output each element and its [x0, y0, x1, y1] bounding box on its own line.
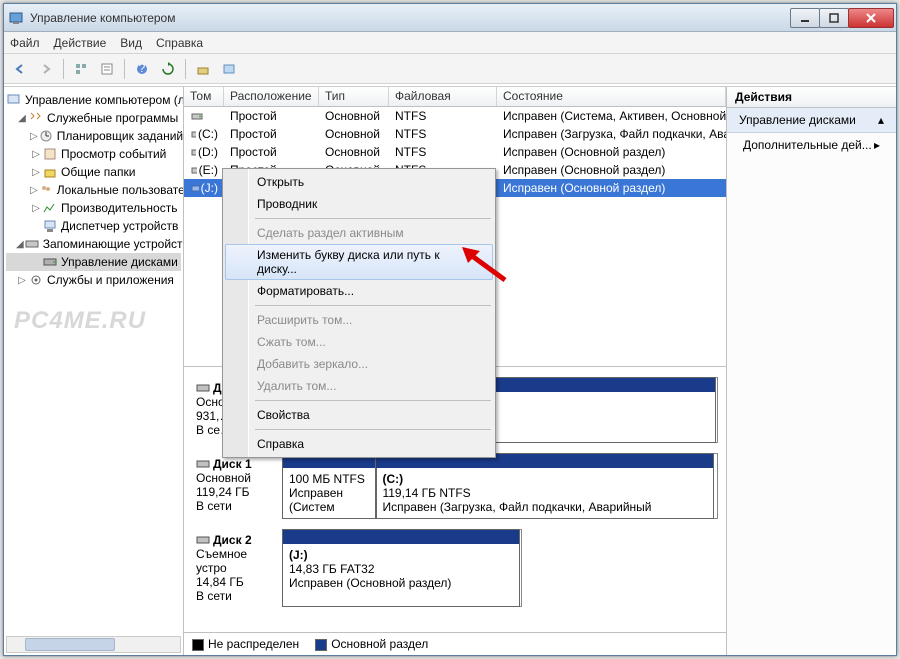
menu-action[interactable]: Действие: [54, 36, 107, 50]
actions-header: Действия: [727, 87, 896, 108]
partition[interactable]: (J:)14,83 ГБ FAT32Исправен (Основной раз…: [282, 529, 520, 607]
col-layout[interactable]: Расположение: [224, 87, 319, 106]
storage-icon: [24, 236, 40, 252]
maximize-button[interactable]: [819, 8, 849, 28]
tree-users[interactable]: Локальные пользовате: [57, 183, 184, 197]
users-icon: [38, 182, 54, 198]
volume-row[interactable]: (D:)ПростойОсновнойNTFSИсправен (Основно…: [184, 143, 726, 161]
menu-help[interactable]: Справка: [156, 36, 203, 50]
ctx-format[interactable]: Форматировать...: [225, 280, 493, 302]
col-fs[interactable]: Файловая система: [389, 87, 497, 106]
computer-icon: [6, 92, 22, 108]
tree-scrollbar[interactable]: [6, 636, 181, 653]
volume-row[interactable]: ПростойОсновнойNTFSИсправен (Система, Ак…: [184, 107, 726, 125]
ctx-explorer[interactable]: Проводник: [225, 193, 493, 215]
chevron-right-icon: ▸: [874, 138, 880, 152]
ctx-make-active: Сделать раздел активным: [225, 222, 493, 244]
menu-file[interactable]: Файл: [10, 36, 40, 50]
legend-unallocated: Не распределен: [192, 637, 299, 651]
tree-events[interactable]: Просмотр событий: [61, 147, 166, 161]
ctx-open[interactable]: Открыть: [225, 171, 493, 193]
partition[interactable]: 100 МБ NTFSИсправен (Систем: [282, 453, 377, 519]
perf-icon: [42, 200, 58, 216]
close-button[interactable]: [848, 8, 894, 28]
actions-group-diskmgmt[interactable]: Управление дисками▴: [727, 108, 896, 133]
toolbar: ?: [4, 54, 896, 84]
extra2-button[interactable]: [217, 57, 241, 81]
ctx-change-letter[interactable]: Изменить букву диска или путь к диску...: [225, 244, 493, 280]
menubar: Файл Действие Вид Справка: [4, 32, 896, 54]
ctx-properties[interactable]: Свойства: [225, 404, 493, 426]
actions-more[interactable]: Дополнительные дей...▸: [727, 133, 896, 157]
ctx-help[interactable]: Справка: [225, 433, 493, 455]
forward-button[interactable]: [34, 57, 58, 81]
diskmgmt-icon: [42, 254, 58, 270]
tools-icon: [28, 110, 44, 126]
watermark: PC4ME.RU: [14, 307, 146, 335]
ctx-delete: Удалить том...: [225, 375, 493, 397]
col-type[interactable]: Тип: [319, 87, 389, 106]
tree-devmgr[interactable]: Диспетчер устройств: [61, 219, 178, 233]
legend: Не распределен Основной раздел: [184, 632, 726, 655]
nav-tree[interactable]: Управление компьютером (л ◢Служебные про…: [4, 87, 184, 655]
tree-diskmgmt[interactable]: Управление дисками: [61, 255, 178, 269]
actions-pane: Действия Управление дисками▴ Дополнитель…: [726, 87, 896, 655]
titlebar[interactable]: Управление компьютером: [4, 4, 896, 32]
scheduler-icon: [38, 128, 54, 144]
legend-primary: Основной раздел: [315, 637, 428, 651]
ctx-mirror: Добавить зеркало...: [225, 353, 493, 375]
tree-services[interactable]: Службы и приложения: [47, 273, 174, 287]
disk-row[interactable]: Диск 2Съемное устро14,84 ГБВ сети(J:)14,…: [192, 529, 718, 607]
devmgr-icon: [42, 218, 58, 234]
svg-text:?: ?: [139, 62, 146, 75]
tree-storage[interactable]: Запоминающие устройст: [43, 237, 183, 251]
tree-shared[interactable]: Общие папки: [61, 165, 135, 179]
properties-button[interactable]: [95, 57, 119, 81]
tree-scheduler[interactable]: Планировщик заданий: [57, 129, 183, 143]
ctx-extend: Расширить том...: [225, 309, 493, 331]
context-menu[interactable]: Открыть Проводник Сделать раздел активны…: [222, 168, 496, 458]
app-icon: [8, 10, 24, 26]
shared-icon: [42, 164, 58, 180]
extra1-button[interactable]: [191, 57, 215, 81]
volume-row[interactable]: (C:)ПростойОсновнойNTFSИсправен (Загрузк…: [184, 125, 726, 143]
annotation-arrow: [460, 245, 510, 285]
col-volume[interactable]: Том: [184, 87, 224, 106]
disk-row[interactable]: Диск 1Основной119,24 ГБВ сети100 МБ NTFS…: [192, 453, 718, 519]
ctx-shrink: Сжать том...: [225, 331, 493, 353]
col-status[interactable]: Состояние: [497, 87, 726, 106]
window-title: Управление компьютером: [30, 11, 791, 25]
help-button[interactable]: ?: [130, 57, 154, 81]
tree-button[interactable]: [69, 57, 93, 81]
tree-tools[interactable]: Служебные программы: [47, 111, 178, 125]
collapse-icon: ▴: [878, 113, 884, 127]
services-icon: [28, 272, 44, 288]
back-button[interactable]: [8, 57, 32, 81]
tree-root[interactable]: Управление компьютером (л: [25, 93, 184, 107]
menu-view[interactable]: Вид: [120, 36, 142, 50]
events-icon: [42, 146, 58, 162]
volume-header[interactable]: Том Расположение Тип Файловая система Со…: [184, 87, 726, 107]
tree-perf[interactable]: Производительность: [61, 201, 177, 215]
partition[interactable]: (C:)119,14 ГБ NTFSИсправен (Загрузка, Фа…: [375, 453, 714, 519]
minimize-button[interactable]: [790, 8, 820, 28]
refresh-button[interactable]: [156, 57, 180, 81]
